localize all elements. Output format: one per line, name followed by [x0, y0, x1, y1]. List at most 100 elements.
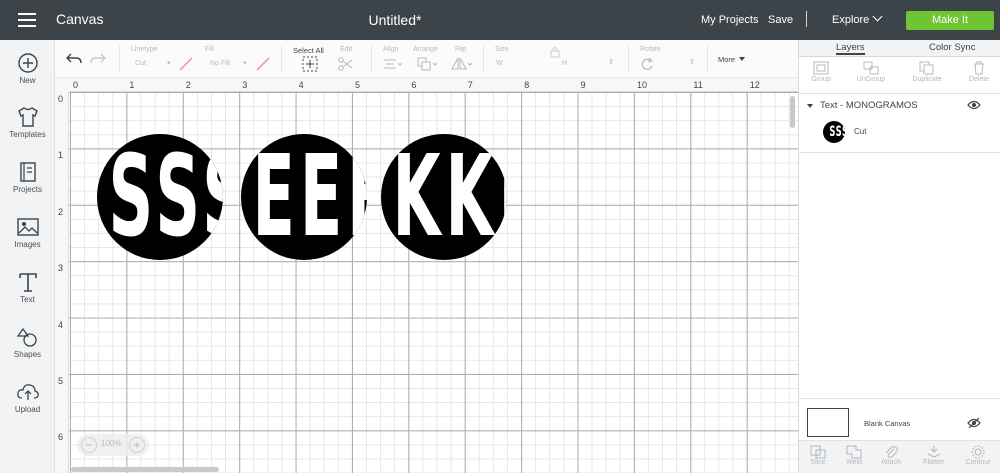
ruler-horizontal: 0 1 2 3 4 5 6 7 8 9 10 11 12 — [55, 78, 798, 92]
ruler-number: 5 — [58, 376, 64, 386]
weld-label: Weld — [846, 459, 862, 466]
more-menu-button[interactable]: More — [718, 55, 745, 64]
monogram-text: EEE — [252, 134, 367, 260]
zoom-out-button[interactable]: − — [81, 437, 97, 453]
group-label: Group — [811, 76, 831, 83]
monogram-sss[interactable]: SSS — [97, 134, 223, 260]
sidebar-item-upload[interactable]: Upload — [0, 381, 55, 431]
monogram-kkk[interactable]: KKK — [381, 134, 507, 260]
layer-tools: Group UnGroup Duplicate Delete — [799, 57, 1000, 94]
size-stepper[interactable]: ⇕ — [608, 58, 614, 66]
fill-select[interactable]: No Fill — [210, 60, 230, 67]
ruler-number: 6 — [411, 80, 417, 90]
size-label: Size — [495, 46, 509, 53]
contour-icon — [971, 445, 985, 459]
toolbar-divider — [281, 46, 282, 72]
toolbar-divider — [483, 46, 484, 72]
linetype-color-swatch-icon[interactable] — [179, 57, 193, 71]
topbar-divider — [806, 11, 807, 27]
size-height-field[interactable]: H — [562, 60, 567, 67]
horizontal-scrollbar[interactable] — [71, 467, 219, 472]
undo-icon[interactable] — [66, 52, 82, 66]
ruler-number: 3 — [58, 263, 64, 274]
duplicate-button[interactable]: Duplicate — [907, 61, 947, 83]
ruler-number: 5 — [355, 80, 361, 90]
eye-hidden-icon[interactable] — [967, 417, 981, 429]
rotate-stepper[interactable]: ⇕ — [689, 58, 695, 66]
monogram-eee[interactable]: EEE — [241, 134, 367, 260]
slice-button[interactable]: Slice — [799, 445, 837, 466]
scissors-icon[interactable] — [337, 57, 355, 71]
chevron-down-icon[interactable]: ▾ — [243, 59, 247, 67]
attach-button[interactable]: Attach — [872, 445, 910, 466]
arrange-label: Arrange — [413, 46, 438, 53]
trash-icon — [974, 61, 984, 75]
group-button[interactable]: Group — [801, 61, 841, 83]
image-icon — [16, 218, 39, 236]
layer-thumbnail: SSS — [823, 121, 845, 143]
tab-color-sync[interactable]: Color Sync — [929, 42, 975, 53]
flatten-button[interactable]: Flatten — [915, 445, 953, 466]
rotate-icon[interactable] — [640, 57, 654, 71]
fill-label: Fill — [205, 46, 214, 53]
top-bar: Canvas Untitled* My Projects Save Explor… — [0, 0, 1000, 40]
align-icon[interactable] — [383, 59, 403, 69]
toolbar-divider — [371, 46, 372, 72]
group-icon — [813, 61, 829, 75]
contour-button[interactable]: Contour — [959, 445, 997, 466]
vertical-scrollbar[interactable] — [790, 96, 795, 128]
tab-layers[interactable]: Layers — [836, 42, 865, 55]
size-width-field[interactable]: W — [496, 60, 503, 67]
sidebar-item-projects[interactable]: Projects — [0, 161, 55, 211]
sidebar-item-shapes[interactable]: Shapes — [0, 326, 55, 376]
make-it-button[interactable]: Make It — [906, 11, 994, 30]
sidebar-item-templates[interactable]: Templates — [0, 106, 55, 156]
arrange-icon[interactable] — [417, 57, 439, 71]
layer-group[interactable]: Text - MONOGRAMOS SSS Cut — [799, 97, 1000, 153]
ungroup-icon — [863, 61, 879, 75]
delete-button[interactable]: Delete — [959, 61, 999, 83]
explore-link[interactable]: Explore — [832, 14, 869, 26]
delete-label: Delete — [968, 76, 990, 83]
chevron-down-icon[interactable]: ▾ — [167, 59, 171, 67]
edit-toolbar: Linetype Cut ▾ Fill No Fill ▾ Select All… — [55, 40, 798, 78]
save-link[interactable]: Save — [768, 14, 793, 26]
weld-icon — [846, 445, 862, 459]
contour-label: Contour — [965, 459, 991, 466]
sidebar-item-text[interactable]: Text — [0, 271, 55, 321]
duplicate-label: Duplicate — [912, 76, 942, 83]
ruler-number: 4 — [298, 80, 304, 90]
ruler-number: 1 — [58, 150, 64, 161]
layer-item[interactable]: SSS Cut — [799, 118, 1000, 151]
zoom-in-button[interactable]: + — [129, 437, 145, 453]
ruler-number: 3 — [242, 80, 248, 90]
weld-button[interactable]: Weld — [835, 445, 873, 466]
sidebar-item-label: Text — [20, 295, 35, 304]
ungroup-button[interactable]: UnGroup — [851, 61, 891, 83]
lock-icon[interactable] — [550, 46, 560, 58]
flatten-label: Flatten — [923, 459, 945, 466]
ruler-number: 0 — [73, 80, 79, 90]
design-canvas[interactable]: 0123456789101112 0123456 SSS EEE KKK − 1… — [55, 78, 798, 473]
eye-icon[interactable] — [967, 100, 981, 110]
caret-down-icon[interactable] — [807, 104, 813, 108]
my-projects-link[interactable]: My Projects — [701, 14, 758, 26]
select-all-label[interactable]: Select All — [293, 46, 324, 55]
fill-color-swatch-icon[interactable] — [256, 57, 270, 71]
sidebar-item-new[interactable]: New — [0, 52, 55, 102]
ruler-number: 2 — [58, 206, 64, 217]
flip-icon[interactable] — [451, 57, 473, 71]
rotate-label: Rotate — [640, 46, 661, 53]
ruler-number: 6 — [58, 432, 64, 443]
redo-icon[interactable] — [90, 52, 106, 66]
chevron-down-icon[interactable] — [872, 11, 883, 22]
document-title[interactable]: Untitled* — [0, 12, 790, 28]
select-all-icon[interactable] — [302, 56, 318, 72]
ruler-number: 4 — [58, 319, 64, 330]
sidebar-item-images[interactable]: Images — [0, 216, 55, 266]
blank-canvas-swatch[interactable] — [807, 408, 849, 437]
blank-canvas-row: Blank Canvas — [799, 398, 1000, 437]
sidebar-item-label: Templates — [9, 130, 46, 139]
linetype-select[interactable]: Cut — [135, 60, 146, 67]
panel-tabs: Layers Color Sync — [799, 40, 1000, 57]
